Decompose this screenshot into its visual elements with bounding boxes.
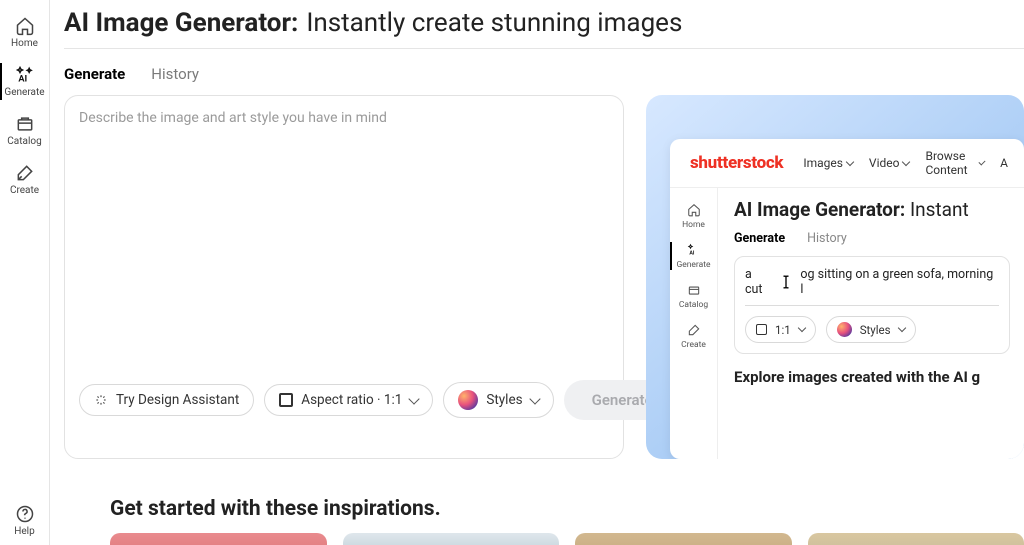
preview-window: shutterstock Images Video Browse Content… bbox=[670, 139, 1024, 459]
preview-prompt-card: a cut og sitting on a green sofa, mornin… bbox=[734, 256, 1010, 354]
preview-body: Home AI Generate Catalog bbox=[670, 188, 1024, 459]
brand-logo: shutterstock bbox=[690, 153, 783, 173]
home-icon bbox=[15, 16, 35, 36]
styles-button[interactable]: Styles bbox=[443, 382, 553, 418]
preview-topbar: shutterstock Images Video Browse Content… bbox=[670, 139, 1024, 188]
style-thumb-icon bbox=[458, 390, 478, 410]
page-title: AI Image Generator: Instantly create stu… bbox=[64, 0, 1024, 48]
chevron-down-icon bbox=[846, 157, 854, 165]
sidebar-item-generate[interactable]: AI Generate bbox=[0, 57, 49, 106]
preview-pill-row: 1:1 Styles bbox=[745, 316, 999, 343]
preview-title: AI Image Generator: Instant bbox=[734, 198, 1010, 221]
preview-nav: Images Video Browse Content A bbox=[803, 149, 1008, 177]
inspiration-thumbs bbox=[64, 533, 1024, 545]
preview-side-create[interactable]: Create bbox=[670, 316, 717, 356]
main-content: AI Image Generator: Instantly create stu… bbox=[50, 0, 1024, 545]
tab-history[interactable]: History bbox=[151, 65, 199, 83]
preview-styles-button[interactable]: Styles bbox=[826, 316, 916, 343]
preview-nav-video[interactable]: Video bbox=[869, 149, 910, 177]
wand-icon bbox=[94, 393, 108, 407]
aspect-square-icon bbox=[279, 393, 293, 407]
chevron-down-icon bbox=[529, 393, 540, 404]
create-icon bbox=[15, 163, 35, 183]
create-icon bbox=[686, 322, 702, 338]
prompt-input[interactable] bbox=[79, 110, 609, 350]
help-icon bbox=[15, 504, 35, 524]
primary-tabs: Generate History bbox=[64, 49, 1024, 95]
preview-explore-heading: Explore images created with the AI g bbox=[734, 368, 1010, 386]
sidebar-item-create[interactable]: Create bbox=[0, 155, 49, 204]
prompt-card: Try Design Assistant Aspect ratio · 1:1 … bbox=[64, 95, 624, 459]
svg-text:AI: AI bbox=[18, 75, 27, 85]
ai-sparkle-icon: AI bbox=[686, 242, 702, 258]
assistant-label: Try Design Assistant bbox=[116, 392, 239, 408]
preview-nav-more[interactable]: A bbox=[1000, 149, 1008, 177]
chevron-down-icon bbox=[897, 324, 905, 332]
preview-nav-browse[interactable]: Browse Content bbox=[925, 149, 984, 177]
catalog-icon bbox=[15, 114, 35, 134]
chevron-down-icon bbox=[979, 158, 986, 165]
tab-generate[interactable]: Generate bbox=[64, 65, 125, 83]
content-row: Try Design Assistant Aspect ratio · 1:1 … bbox=[64, 95, 1024, 459]
aspect-ratio-button[interactable]: Aspect ratio · 1:1 bbox=[264, 384, 433, 416]
preview-tabs: Generate History bbox=[734, 231, 1010, 246]
sidebar-item-label: Generate bbox=[4, 87, 44, 98]
styles-label: Styles bbox=[486, 392, 522, 408]
preview-main: AI Image Generator: Instant Generate His… bbox=[718, 188, 1024, 459]
page-title-light: Instantly create stunning images bbox=[306, 8, 682, 38]
svg-text:AI: AI bbox=[689, 251, 695, 257]
inspiration-thumb[interactable] bbox=[110, 533, 327, 545]
preview-panel: shutterstock Images Video Browse Content… bbox=[646, 95, 1024, 459]
try-design-assistant-button[interactable]: Try Design Assistant bbox=[79, 384, 254, 416]
generate-label: Generate bbox=[592, 391, 653, 409]
sidebar-item-home[interactable]: Home bbox=[0, 8, 49, 57]
sidebar-item-label: Create bbox=[10, 185, 39, 196]
inspirations-heading: Get started with these inspirations. bbox=[64, 459, 1024, 533]
inspiration-thumb[interactable] bbox=[808, 533, 1024, 545]
aspect-label: Aspect ratio · 1:1 bbox=[301, 392, 402, 408]
sidebar-item-label: Home bbox=[11, 38, 38, 49]
home-icon bbox=[686, 202, 702, 218]
inspiration-thumb[interactable] bbox=[575, 533, 792, 545]
style-thumb-icon bbox=[837, 322, 852, 337]
ai-sparkle-icon: AI bbox=[15, 65, 35, 85]
chevron-down-icon bbox=[902, 157, 910, 165]
page-title-bold: AI Image Generator: bbox=[64, 8, 298, 38]
preview-prompt-text[interactable]: a cut og sitting on a green sofa, mornin… bbox=[745, 267, 999, 306]
chevron-down-icon bbox=[797, 324, 805, 332]
preview-nav-images[interactable]: Images bbox=[803, 149, 853, 177]
preview-side-generate[interactable]: AI Generate bbox=[670, 236, 717, 276]
aspect-square-icon bbox=[756, 324, 767, 335]
sidebar-item-label: Help bbox=[14, 526, 34, 537]
preview-sidebar: Home AI Generate Catalog bbox=[670, 188, 718, 459]
preview-side-home[interactable]: Home bbox=[670, 196, 717, 236]
sidebar-item-catalog[interactable]: Catalog bbox=[0, 106, 49, 155]
text-cursor-icon bbox=[776, 272, 796, 292]
inspiration-thumb[interactable] bbox=[343, 533, 560, 545]
catalog-icon bbox=[686, 282, 702, 298]
chevron-down-icon bbox=[409, 393, 420, 404]
left-sidebar: Home AI Generate Catalog Create Help bbox=[0, 0, 50, 545]
preview-side-catalog[interactable]: Catalog bbox=[670, 276, 717, 316]
preview-aspect-button[interactable]: 1:1 bbox=[745, 316, 816, 343]
prompt-toolbar: Try Design Assistant Aspect ratio · 1:1 … bbox=[79, 350, 609, 420]
sidebar-item-label: Catalog bbox=[7, 136, 41, 147]
sidebar-item-help[interactable]: Help bbox=[0, 496, 49, 545]
preview-tab-history[interactable]: History bbox=[807, 231, 847, 246]
preview-tab-generate[interactable]: Generate bbox=[734, 231, 785, 246]
